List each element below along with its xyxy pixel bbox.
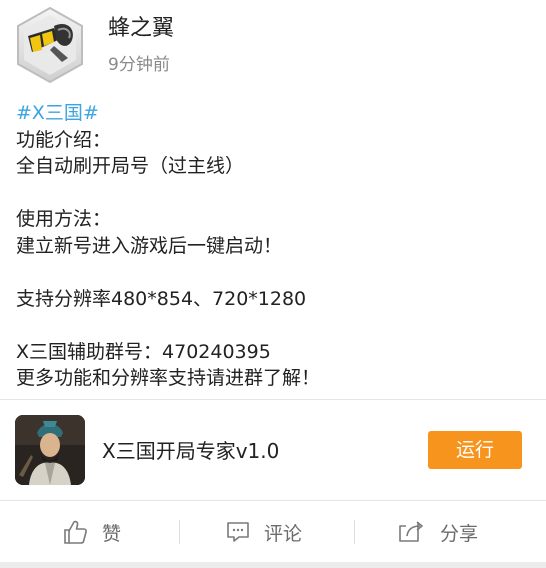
post-line: X三国辅助群号：470240395 xyxy=(16,340,271,363)
separator xyxy=(354,520,355,544)
post-line: 使用方法： xyxy=(16,208,112,230)
post-line xyxy=(16,259,536,286)
like-button[interactable]: 赞 xyxy=(62,501,121,563)
warrior-portrait-icon[interactable] xyxy=(15,415,85,485)
comment-icon xyxy=(227,522,249,542)
run-button[interactable]: 运行 xyxy=(428,431,522,469)
app-name[interactable]: X三国开局专家v1.0 xyxy=(102,437,279,465)
separator xyxy=(179,520,180,544)
post-line: 功能介绍： xyxy=(16,128,112,151)
app-card[interactable]: X三国开局专家v1.0 运行 xyxy=(0,400,546,500)
share-button[interactable]: 分享 xyxy=(398,501,478,563)
post-header: 蜂之翼 9分钟前 xyxy=(0,0,546,96)
bottom-strip xyxy=(0,562,546,568)
bee-wing-logo-icon xyxy=(17,6,83,84)
post-line xyxy=(16,312,536,339)
thumbs-up-icon xyxy=(64,520,87,544)
action-bar: 赞 评论 分享 xyxy=(0,501,546,568)
post-body: #X三国# 功能介绍： 全自动刷开局号（过主线） 使用方法： 建立新号进入游戏后… xyxy=(16,100,536,392)
comment-button[interactable]: 评论 xyxy=(226,501,302,563)
share-icon xyxy=(399,521,423,542)
comment-label: 评论 xyxy=(264,522,303,545)
post-line: 全自动刷开局号（过主线） xyxy=(16,155,245,177)
avatar[interactable] xyxy=(14,6,86,84)
post-line: 支持分辨率480*854、720*1280 xyxy=(16,287,307,310)
author-name[interactable]: 蜂之翼 xyxy=(108,14,174,44)
post-time: 9分钟前 xyxy=(108,55,170,75)
like-label: 赞 xyxy=(102,522,122,545)
post-line xyxy=(16,180,536,207)
post-line: 更多功能和分辨率支持请进群了解！ xyxy=(16,367,321,389)
hashtag-link[interactable]: #X三国# xyxy=(16,100,536,127)
share-label: 分享 xyxy=(440,522,479,545)
post-line: 建立新号进入游戏后一键启动！ xyxy=(16,234,283,257)
